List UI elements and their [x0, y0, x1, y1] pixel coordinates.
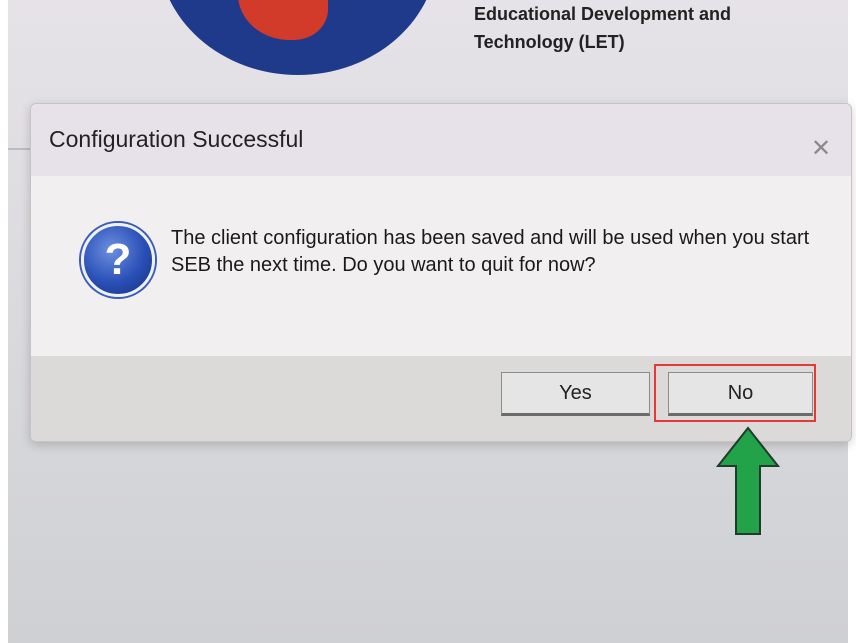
dialog-titlebar: Configuration Successful ✕ — [31, 104, 851, 176]
close-icon[interactable]: ✕ — [806, 134, 836, 164]
question-icon: ? — [81, 223, 155, 297]
up-arrow-icon — [716, 426, 780, 535]
yes-button[interactable]: Yes — [501, 372, 650, 416]
org-name-line1: Educational Development and — [474, 4, 732, 24]
dialog-body: ? The client configuration has been save… — [31, 176, 851, 356]
question-mark-glyph: ? — [104, 235, 132, 284]
no-button-highlight — [654, 364, 816, 422]
dialog-message: The client configuration has been saved … — [171, 227, 810, 276]
org-name-line2: Technology (LET) — [474, 32, 625, 52]
org-name: Educational Development and Technology (… — [474, 0, 731, 56]
dialog-title: Configuration Successful — [49, 126, 304, 152]
